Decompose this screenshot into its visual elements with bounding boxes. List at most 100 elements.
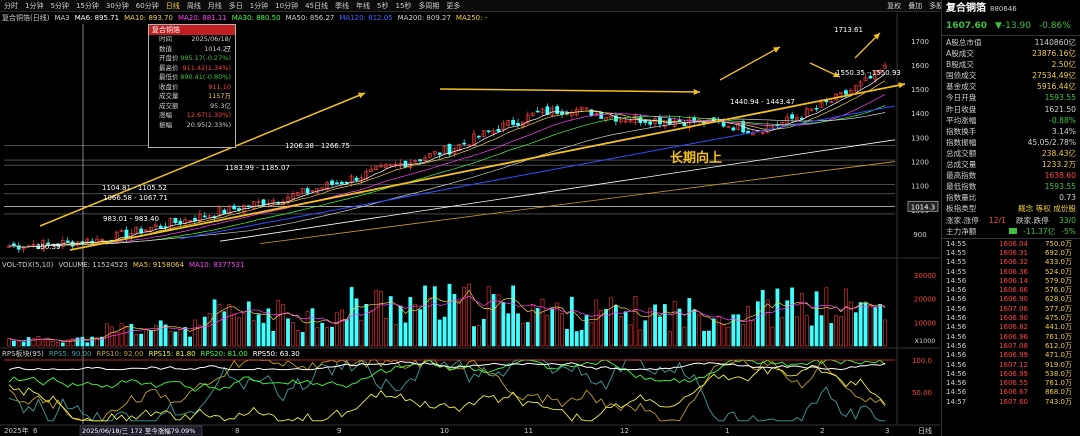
stat-row: B股成交 2.50亿 (942, 59, 1080, 70)
tick-price: 1607.08 (999, 341, 1028, 350)
tick-time: 14:55 (946, 267, 967, 276)
tooltip-row: 最低价 890.41(-0.80%) (149, 73, 235, 83)
svg-text:2025年: 2025年 (4, 426, 29, 435)
month-label: 9 (337, 427, 341, 435)
tick-time: 14:55 (946, 239, 967, 248)
tick-price: 1606.66 (999, 286, 1028, 295)
stat-row: A股总市值 1140860亿 (942, 37, 1080, 48)
main_legend-item: MA50: 856.27 (285, 14, 335, 22)
tooltip-row: 成交额 95.3亿 (149, 102, 235, 112)
price-annotation: 1104.81 - 1105.52 (102, 184, 167, 192)
stat-label: 指数量比 (946, 193, 977, 203)
tick-time: 14:56 (946, 388, 967, 397)
stat-label: B股成交 (946, 60, 974, 70)
period-tab-9[interactable]: 多日 (229, 1, 243, 11)
tick-price: 1606.99 (999, 351, 1028, 360)
tool-button-0[interactable]: 复权 (887, 1, 901, 11)
tick-time: 14:56 (946, 341, 967, 350)
tick-volume: 577.0万 (1044, 304, 1072, 313)
rps_legend-item: RPS10: 92.00 (96, 350, 144, 358)
period-tab-0[interactable]: 分时 (4, 1, 18, 11)
tooltip-key: 涨幅 (159, 111, 172, 119)
vol_legend-item: VOL-TDX(5,10) (2, 261, 54, 269)
tick-volume: 538.0万 (1044, 369, 1072, 378)
tick-volume: 750.0万 (1044, 239, 1072, 248)
period-tab-5[interactable]: 60分钟 (136, 1, 159, 11)
period-tab-8[interactable]: 月线 (208, 1, 222, 11)
tick-row: 14:56 1606.14 579.0万 (942, 277, 1080, 286)
stat-row: 指数换手 3.14% (942, 126, 1080, 137)
period-tab-4[interactable]: 30分钟 (106, 1, 129, 11)
rps_legend-item: RPS15: 81.80 (148, 350, 196, 358)
stat-value: 1140860亿 (1034, 38, 1076, 47)
tick-time: 14:56 (946, 276, 967, 285)
tick-time: 14:56 (946, 304, 967, 313)
stat-row: 总成交额 238.43亿 (942, 148, 1080, 159)
data-tooltip: 复合铜箔 时间 2025/06/18/三 数值 1014.27 开盘价 995.17(-0… (148, 24, 236, 148)
stat-value: 5916.44亿 (1037, 82, 1076, 92)
volume-ma-line (8, 289, 886, 342)
tooltip-value: 2025/06/18/三 (191, 35, 231, 53)
tooltip-key: 振幅 (159, 120, 172, 129)
period-tab-1[interactable]: 1分钟 (25, 1, 43, 11)
period-tab-13[interactable]: 季线 (335, 1, 349, 11)
tick-row: 14:56 1607.08 612.0万 (942, 342, 1080, 351)
tick-time: 14:56 (946, 314, 967, 323)
trend-arrow (439, 88, 701, 95)
rps-line (8, 364, 886, 422)
period-tab-17[interactable]: 多周期 (418, 1, 439, 11)
board-type-row: 板指类型 概念 等权 成份股 (946, 204, 1076, 214)
stat-value: 238.43亿 (1041, 148, 1076, 158)
period-tab-6[interactable]: 日线 (166, 1, 180, 11)
tick-price: 1606.04 (999, 239, 1028, 248)
tooltip-value: 12.67(1.30%) (186, 111, 231, 119)
chart-canvas[interactable]: 170016001500140013001200110010009001014.… (0, 0, 940, 436)
tick-time: 14:56 (946, 369, 967, 378)
tooltip-value: 911.10 (208, 82, 231, 91)
period-tab-2[interactable]: 5分钟 (50, 1, 68, 11)
price-tick-label: 1400 (911, 110, 929, 118)
period-tab-3[interactable]: 15分钟 (76, 1, 99, 11)
tick-volume: 576.0万 (1044, 286, 1072, 295)
stat-row: 国债成交 27534.49亿 (942, 70, 1080, 81)
tick-price: 1606.31 (999, 248, 1028, 257)
stat-row: 最低指数 1593.55 (942, 181, 1080, 192)
tooltip-value: 1014.27 (204, 44, 231, 53)
vol_legend-item: MA5: 9158064 (132, 261, 184, 269)
period-tab-12[interactable]: 45日线 (305, 1, 328, 11)
tooltip-row: 振幅 20.95(2.33%) (149, 121, 235, 131)
price-tick-label: 1600 (911, 62, 929, 70)
tick-price: 1606.96 (999, 332, 1028, 341)
updown-row: 涨家.涨停 12/1 跌家.跌停 33/0 (946, 215, 1076, 225)
tick-volume: 743.0万 (1044, 397, 1072, 406)
stat-row: 总成交量 1233.2万 (942, 159, 1080, 170)
main_legend-item: MA20: 881.11 (177, 14, 227, 22)
period-tab-16[interactable]: 15秒 (395, 1, 411, 11)
period-tab-18[interactable]: 更多 (446, 1, 460, 11)
price-annotation: 1550.35 - 1550.93 (836, 69, 901, 77)
stat-label: A股成交 (946, 49, 974, 59)
tooltip-key: 开盘价 (159, 54, 179, 62)
period-tab-14[interactable]: 年线 (356, 1, 370, 11)
last-price: 1607.60 (946, 21, 987, 31)
period-tab-10[interactable]: 1分钟 (250, 1, 268, 11)
period-tab-15[interactable]: 5秒 (377, 1, 388, 11)
tick-row: 14:56 1607.12 919.0万 (942, 361, 1080, 370)
stat-label: 最高指数 (946, 171, 977, 181)
period-tab-7[interactable]: 周线 (187, 1, 201, 11)
tick-row: 14:55 1606.04 750.0万 (942, 240, 1080, 249)
period-tab-11[interactable]: 10分钟 (275, 1, 298, 11)
svg-text:2025/06/18/三 172 至今涨幅79.09%: 2025/06/18/三 172 至今涨幅79.09% (82, 426, 195, 435)
tick-time: 14:56 (946, 360, 967, 369)
price-annotation: 1183.99 - 1185.07 (225, 164, 290, 172)
stat-row: 平均涨幅 -0.88% (942, 115, 1080, 126)
tick-list[interactable]: 14:55 1606.04 750.0万 14:55 1606.31 692.0万 14:5… (942, 240, 1080, 407)
tick-volume: 524.0万 (1044, 267, 1072, 276)
svg-text:1014.3: 1014.3 (911, 203, 936, 211)
tooltip-row: 最高价 911.42(1.34%) (149, 64, 235, 74)
main-chart-legend: 复合铜箔(日线) MA3 MA6: 895.71 MA10: 893.70 MA20: … (0, 13, 942, 23)
cursor-time-label: 2025/06/18/三 172 至今涨幅79.09% (79, 425, 203, 436)
netflow-row: 主力净额 -11.37亿 -5% (946, 226, 1076, 236)
tool-button-1[interactable]: 叠加 (908, 1, 922, 11)
tick-price: 1606.32 (999, 258, 1028, 267)
